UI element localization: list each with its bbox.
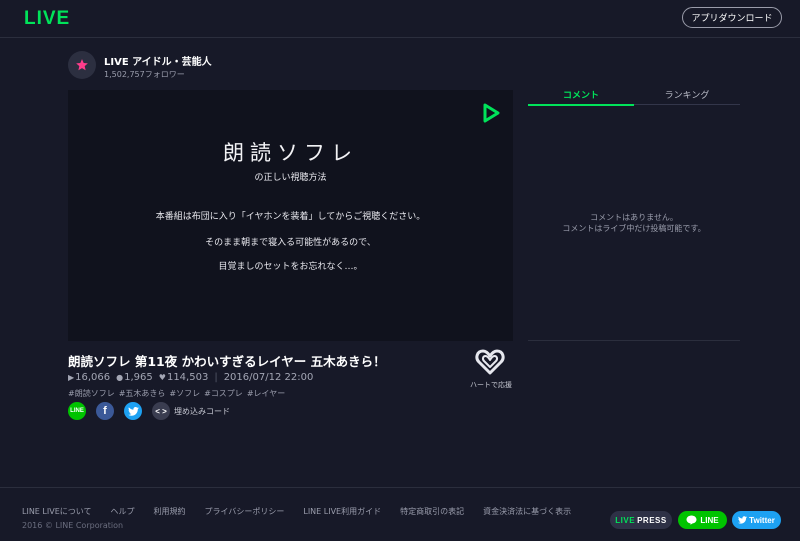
video-stats: ▶ 16,066 ● 1,965 ♥ 114,503 | 2016/07/12 … [68, 372, 313, 383]
views-count: 16,066 [75, 372, 111, 383]
twitter-button[interactable]: Twitter [732, 511, 781, 529]
sidebar-divider [528, 340, 740, 341]
embed-code-label[interactable]: 埋め込みコード [174, 406, 230, 417]
video-title: 朗読ソフレ 第11夜 かわいすぎるレイヤー 五木あきら！ [68, 354, 386, 369]
player-title: 朗読ソフレ [223, 141, 358, 165]
views-icon: ▶ [68, 373, 75, 382]
share-facebook-button[interactable]: f [96, 402, 114, 420]
line-button[interactable]: LINE [678, 511, 727, 529]
live-logo[interactable]: LIVE [24, 8, 70, 30]
share-line-button[interactable]: LINE [68, 402, 86, 420]
footer-link-privacy[interactable]: プライバシーポリシー [205, 506, 285, 517]
tag-link[interactable]: #コスプレ [204, 388, 243, 399]
press-prefix: LIVE [615, 515, 636, 525]
twitter-button-label: Twitter [749, 515, 775, 525]
footer-links: LINE LIVEについて ヘルプ 利用規約 プライバシーポリシー LINE L… [22, 506, 590, 517]
tag-link[interactable]: #朗読ソフレ [68, 388, 115, 399]
line-bubble-icon [686, 515, 697, 525]
player-text-line: 目覚ましのセットをお忘れなく…。 [218, 262, 363, 272]
stats-separator: | [214, 372, 218, 383]
player-text-line: そのまま朝まで寝入る可能性があるので、 [205, 238, 376, 248]
heart-icon [475, 349, 505, 375]
footer-link-help[interactable]: ヘルプ [111, 506, 135, 517]
facebook-icon: f [103, 405, 107, 417]
line-button-label: LINE [700, 515, 719, 525]
tab-comments[interactable]: コメント [528, 88, 634, 105]
footer-link-payment[interactable]: 資金決済法に基づく表示 [483, 506, 571, 517]
channel-name[interactable]: LIVE アイドル・芸能人 [104, 53, 212, 68]
video-date: 2016/07/12 22:00 [223, 372, 314, 383]
footer-link-about[interactable]: LINE LIVEについて [22, 506, 92, 517]
player-text-line: 本番組は布団に入り「イヤホンを装着」してからご視聴ください。 [155, 212, 426, 222]
embed-code-button[interactable]: < > [152, 402, 170, 420]
embed-icon: < > [155, 406, 167, 416]
twitter-bird-icon [738, 516, 748, 524]
comments-empty-line: コメントはライブ中だけ投稿可能です。 [562, 224, 706, 233]
tab-active-indicator [528, 104, 634, 106]
tab-ranking[interactable]: ランキング [634, 88, 740, 105]
footer-link-guide[interactable]: LINE LIVE利用ガイド [303, 506, 381, 517]
comments-empty-line: コメントはありません。 [590, 213, 678, 222]
heart-label: ハートで応援 [470, 381, 512, 389]
tag-link[interactable]: #五木あきら [119, 388, 166, 399]
comments-empty-message: コメントはありません。 コメントはライブ中だけ投稿可能です。 [528, 212, 740, 234]
likes-icon: ♥ [158, 373, 166, 382]
tag-link[interactable]: #レイヤー [247, 388, 285, 399]
line-icon: LINE [70, 408, 84, 414]
channel-avatar[interactable] [68, 51, 96, 79]
play-icon[interactable] [482, 103, 500, 123]
copyright: 2016 © LINE Corporation [22, 521, 124, 530]
likes-count: 114,503 [166, 372, 209, 383]
tag-list: #朗読ソフレ #五木あきら #ソフレ #コスプレ #レイヤー [68, 388, 289, 399]
footer-divider [0, 487, 800, 488]
heart-button[interactable] [471, 348, 509, 378]
press-suffix: PRESS [637, 515, 667, 525]
player-subtitle: の正しい視聴方法 [254, 173, 327, 183]
star-icon [76, 59, 88, 71]
live-press-button[interactable]: LIVE PRESS [610, 511, 672, 529]
footer-link-commerce[interactable]: 特定商取引の表記 [400, 506, 464, 517]
comments-icon: ● [116, 373, 124, 382]
share-twitter-button[interactable] [124, 402, 142, 420]
channel-followers: 1,502,757フォロワー [104, 70, 185, 79]
app-download-button[interactable]: アプリダウンロード [682, 7, 782, 28]
twitter-icon [127, 406, 139, 416]
comments-count: 1,965 [124, 372, 153, 383]
tag-link[interactable]: #ソフレ [169, 388, 200, 399]
footer-link-terms[interactable]: 利用規約 [154, 506, 186, 517]
header [0, 0, 800, 38]
